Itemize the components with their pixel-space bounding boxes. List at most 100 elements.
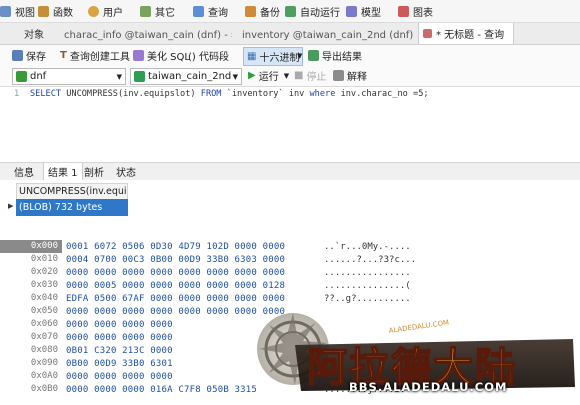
chevron-down-icon: ▼ — [283, 71, 290, 80]
beautify-sql-button[interactable]: 美化 SQL — [133, 47, 190, 64]
hex-ascii: ??..g?.......... — [324, 293, 411, 304]
query-toolbar: 保存 T 查询创建工具 美化 SQL () 代码段 ▦ 十六进制 ▼ 导出结果 — [0, 45, 580, 66]
hex-bytes: 0000 0000 0000 0000 0000 0000 0000 0000 — [66, 267, 286, 278]
result-tabs: 信息 结果 1 剖析 状态 — [0, 162, 580, 181]
hex-bytes: EDFA 0500 67AF 0000 0000 0000 0000 0000 — [66, 293, 286, 304]
chevron-down-icon: ▼ — [116, 72, 122, 81]
document-tabs: 对象 charac_info @taiwan_cain (dnf) - 表 in… — [0, 23, 580, 45]
hex-bytes: 0B00 00D9 33B0 6301 — [66, 358, 173, 369]
connection-icon — [16, 71, 27, 82]
hex-bytes: 0000 0000 0000 0000 0000 0000 0000 0000 — [66, 306, 286, 317]
hex-offset: 0x030 — [30, 280, 58, 290]
tab-info[interactable]: 信息 — [10, 163, 38, 180]
blob-cell[interactable]: (BLOB) 732 bytes — [16, 199, 128, 216]
hex-offset: 0x040 — [30, 293, 58, 303]
hex-offset: 0x020 — [30, 267, 58, 277]
hex-toggle-button[interactable]: ▦ 十六进制 — [243, 47, 304, 66]
hex-ascii: ......?...?3?c... — [324, 254, 417, 265]
function-icon — [38, 5, 49, 17]
hex-offset: 0x0A0 — [30, 371, 58, 381]
ribbon-other-button[interactable]: 其它 — [140, 0, 175, 22]
hex-bytes: 0000 0000 0000 016A C7F8 050B 3315 — [66, 384, 258, 395]
hex-offset: 0x070 — [30, 332, 58, 342]
hex-offset: 0x090 — [30, 358, 58, 368]
hex-row[interactable]: 0x010 0004 0700 00C3 0B00 00D9 33B0 6303 … — [0, 253, 580, 266]
ribbon-schedule-button[interactable]: 自动运行 — [285, 0, 340, 22]
play-icon: ▶ — [248, 70, 256, 81]
user-icon — [88, 5, 99, 17]
query-builder-button[interactable]: T 查询创建工具 — [60, 47, 130, 64]
ribbon-backup-button[interactable]: 备份 — [245, 0, 280, 22]
connection-select[interactable]: dnf ▼ — [12, 68, 126, 85]
backup-icon — [245, 5, 256, 17]
sql-editor[interactable]: 1 SELECT UNCOMPRESS(inv.equipslot) FROM … — [0, 87, 580, 160]
tab-inventory[interactable]: inventory @taiwan_cain_2nd (dnf) - 表 — [238, 23, 414, 44]
hex-bytes: 0000 0000 0000 0000 — [66, 371, 173, 382]
stop-button[interactable]: ■ 停止 — [294, 67, 326, 84]
hex-offset: 0x010 — [30, 254, 58, 264]
tab-charac-info[interactable]: charac_info @taiwan_cain (dnf) - 表 — [60, 23, 232, 44]
explain-button[interactable]: 解释 — [333, 67, 367, 84]
hex-offset: 0x060 — [30, 319, 58, 329]
other-icon — [140, 5, 151, 17]
svg-text:ALADEDALU.COM: ALADEDALU.COM — [388, 319, 449, 335]
ribbon-user-button[interactable]: 用户 — [88, 0, 123, 22]
watermark: 阿拉德大陆 ALADEDALU.COM BBS.ALADEDALU.COM — [255, 305, 580, 402]
save-button[interactable]: 保存 — [12, 47, 46, 64]
hex-offset: 0x000 — [0, 240, 62, 253]
export-results-button[interactable]: 导出结果 — [308, 47, 362, 64]
query-icon — [423, 29, 432, 38]
tab-status[interactable]: 状态 — [112, 163, 140, 180]
ribbon-chart-button[interactable]: 图表 — [398, 0, 433, 22]
stop-icon: ■ — [294, 70, 304, 81]
result-grid: UNCOMPRESS(inv.equips ▶ (BLOB) 732 bytes — [0, 180, 580, 240]
ribbon-model-button[interactable]: 模型 — [346, 0, 381, 22]
hex-ascii: ..`r...0My.-.... — [324, 241, 411, 252]
hex-ascii: ...............( — [324, 280, 411, 291]
save-icon — [12, 50, 23, 61]
run-button[interactable]: ▶ 运行 ▼ — [248, 67, 289, 84]
hex-row[interactable]: 0x020 0000 0000 0000 0000 0000 0000 0000 … — [0, 266, 580, 279]
sql-text[interactable]: SELECT UNCOMPRESS(inv.equipslot) FROM `i… — [30, 89, 429, 99]
tab-objects[interactable]: 对象 — [24, 23, 50, 44]
database-select[interactable]: taiwan_cain_2nd ▼ — [130, 68, 242, 85]
view-icon — [0, 5, 11, 17]
builder-icon: T — [60, 50, 67, 61]
code-snippet-button[interactable]: () 代码段 — [188, 47, 229, 64]
hex-icon: ▦ — [247, 51, 257, 62]
ribbon-function-button[interactable]: 函数 — [38, 0, 73, 22]
query-icon — [193, 5, 204, 17]
ribbon-query-button[interactable]: 查询 — [193, 0, 228, 22]
hex-row[interactable]: 0x040 EDFA 0500 67AF 0000 0000 0000 0000 … — [0, 292, 580, 305]
chart-icon — [398, 5, 409, 17]
hex-offset: 0x050 — [30, 306, 58, 316]
hex-offset: 0x080 — [30, 345, 58, 355]
hex-dropdown-chevron[interactable]: ▼ — [297, 47, 302, 64]
line-number: 1 — [14, 89, 20, 99]
hex-bytes: 0001 6072 0506 0D30 4D79 102D 0000 0000 — [66, 241, 286, 252]
hex-ascii: ................ — [324, 267, 411, 278]
export-icon — [308, 50, 319, 61]
tab-result-1[interactable]: 结果 1 — [43, 163, 83, 180]
connection-toolbar: dnf ▼ taiwan_cain_2nd ▼ ▶ 运行 ▼ ■ 停止 解释 — [0, 66, 580, 87]
watermark-url: BBS.ALADEDALU.COM — [349, 380, 508, 394]
chevron-down-icon: ▼ — [232, 72, 238, 81]
hex-row[interactable]: 0x030 0000 0005 0000 0000 0000 0000 0000 … — [0, 279, 580, 292]
hex-bytes: 0000 0000 0000 0000 — [66, 332, 173, 343]
hex-bytes: 0000 0000 0000 0000 — [66, 319, 173, 330]
model-icon — [346, 5, 357, 17]
tab-profile[interactable]: 剖析 — [80, 163, 108, 180]
ribbon-view-button[interactable]: 视图 — [0, 0, 35, 22]
hex-row[interactable]: 0x000 0001 6072 0506 0D30 4D79 102D 0000 … — [0, 240, 580, 253]
beautify-icon — [133, 50, 144, 61]
hex-bytes: 0004 0700 00C3 0B00 00D9 33B0 6303 0000 — [66, 254, 286, 265]
hex-bytes: 0000 0005 0000 0000 0000 0000 0000 0128 — [66, 280, 286, 291]
database-icon — [134, 71, 145, 82]
hex-offset: 0x0B0 — [30, 384, 58, 394]
hex-bytes: 0B01 C320 213C 0000 — [66, 345, 173, 356]
tab-untitled-query[interactable]: * 无标题 - 查询 — [418, 23, 514, 44]
row-pointer-icon: ▶ — [8, 202, 14, 210]
column-header[interactable]: UNCOMPRESS(inv.equips — [16, 183, 128, 200]
main-ribbon: 视图 函数 用户 其它 查询 备份 自动运行 模型 图表 — [0, 0, 580, 23]
explain-icon — [333, 70, 344, 81]
